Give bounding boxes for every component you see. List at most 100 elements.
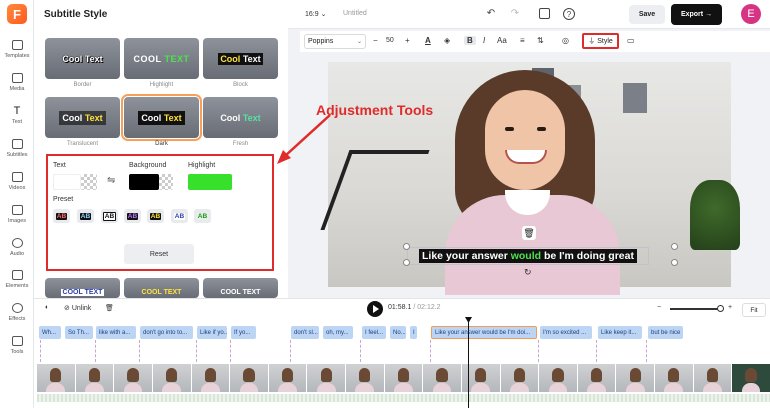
- subtitle-clip[interactable]: oh, my...: [323, 326, 353, 339]
- reset-button[interactable]: Reset: [124, 244, 194, 264]
- zoom-in-button[interactable]: +: [728, 304, 732, 311]
- subtitle-clip-selected[interactable]: Like your answer would be I'm doi...: [431, 326, 537, 339]
- rail-item-elements[interactable]: Elements: [0, 268, 34, 298]
- text-case-icon[interactable]: Aa: [497, 36, 507, 45]
- align-center-icon[interactable]: ≡: [520, 36, 525, 45]
- play-button[interactable]: [367, 301, 383, 317]
- resize-handle[interactable]: [403, 259, 410, 266]
- rail-item-tools[interactable]: Tools: [0, 334, 34, 364]
- video-frame-thumb: [37, 364, 75, 392]
- delete-icon[interactable]: 🗑: [522, 226, 536, 240]
- redo-icon[interactable]: ↷: [509, 8, 521, 20]
- project-name[interactable]: Untitled: [343, 10, 367, 17]
- video-frame-thumb: [114, 364, 152, 392]
- fill-icon[interactable]: ◈: [444, 36, 450, 45]
- resize-handle[interactable]: [403, 243, 410, 250]
- undo-icon[interactable]: ↶: [485, 8, 497, 20]
- delete-clip-icon[interactable]: 🗑: [105, 304, 114, 312]
- subtitle-clip[interactable]: don't go into to...: [140, 326, 193, 339]
- style-card-bottom-2[interactable]: COOL TEXT: [124, 278, 199, 298]
- rail-item-effects[interactable]: Effects: [0, 301, 34, 331]
- export-button[interactable]: Export →: [671, 4, 722, 25]
- rail-item-videos[interactable]: Videos: [0, 170, 34, 200]
- highlight-color-swatch[interactable]: [188, 174, 232, 190]
- style-card-highlight[interactable]: COOL TEXT: [124, 38, 199, 79]
- style-card-fresh[interactable]: Cool Text: [203, 97, 278, 138]
- italic-icon[interactable]: I: [483, 36, 485, 45]
- zoom-slider-track[interactable]: [670, 308, 720, 310]
- layers-icon[interactable]: ◎: [562, 36, 569, 45]
- subtitle-clip[interactable]: If yo...: [231, 326, 256, 339]
- rail-item-images[interactable]: Images: [0, 203, 34, 233]
- text-color-swatch[interactable]: [53, 174, 81, 190]
- preset-4[interactable]: AB: [124, 209, 141, 223]
- style-card-dark[interactable]: Cool Text: [121, 94, 202, 141]
- text-color-icon[interactable]: A: [425, 36, 431, 45]
- style-card-bottom-3[interactable]: COOL TEXT: [203, 278, 278, 298]
- fit-button[interactable]: Fit: [742, 303, 766, 317]
- avatar[interactable]: E: [741, 4, 761, 24]
- preset-1[interactable]: AB: [53, 209, 70, 223]
- subtitle-clip[interactable]: So Th...: [65, 326, 93, 339]
- preset-3[interactable]: AB: [101, 209, 118, 223]
- rail-item-audio[interactable]: Audio: [0, 236, 34, 266]
- font-size-increase-button[interactable]: +: [405, 36, 410, 45]
- video-frame-thumb: [423, 364, 461, 392]
- style-card-border[interactable]: Cool Text: [45, 38, 120, 79]
- aspect-ratio-value: 16:9: [305, 11, 319, 18]
- style-card-block[interactable]: Cool Text: [203, 38, 278, 79]
- preset-5[interactable]: AB: [147, 209, 164, 223]
- resize-handle[interactable]: [671, 243, 678, 250]
- font-family-select[interactable]: Poppins ⌄: [304, 34, 366, 49]
- rail-item-templates[interactable]: Templates: [0, 38, 34, 68]
- rail-item-text[interactable]: T Text: [0, 104, 34, 134]
- subtitle-selection[interactable]: Like your answer would be I'm doing grea…: [407, 247, 649, 265]
- subtitle-clip[interactable]: Like if yo...: [197, 326, 227, 339]
- font-size-value[interactable]: 50: [386, 37, 394, 44]
- swap-icon[interactable]: ⇋: [107, 175, 115, 186]
- rotate-icon[interactable]: ↻: [524, 267, 532, 278]
- video-frame-thumb: [191, 364, 230, 392]
- background-color-swatch[interactable]: [129, 174, 159, 190]
- resize-handle[interactable]: [671, 259, 678, 266]
- rail-item-media[interactable]: Media: [0, 71, 34, 101]
- preset-2[interactable]: AB: [77, 209, 94, 223]
- zoom-out-button[interactable]: −: [657, 304, 661, 311]
- subtitle-clip[interactable]: but be nice: [648, 326, 683, 339]
- subtitle-clip[interactable]: Like keep it...: [598, 326, 642, 339]
- playhead[interactable]: [468, 318, 469, 408]
- app-logo[interactable]: F: [7, 4, 27, 24]
- subtitle-clip[interactable]: like with a...: [96, 326, 136, 339]
- subtitle-clip[interactable]: I'm so excited ...: [540, 326, 592, 339]
- preset-7[interactable]: AB: [194, 209, 211, 223]
- background-opacity-swatch[interactable]: [159, 174, 173, 190]
- subtitle-clip[interactable]: don't sl...: [291, 326, 319, 339]
- aspect-ratio-select[interactable]: 16:9 ⌄: [305, 10, 326, 18]
- style-card-translucent[interactable]: Cool Text: [45, 97, 120, 138]
- bold-icon[interactable]: B: [464, 36, 476, 45]
- style-button[interactable]: ⏚ Style: [582, 33, 619, 49]
- card-text-b: Text: [84, 53, 103, 64]
- subtitle-clip[interactable]: No...: [390, 326, 406, 339]
- style-card-bottom-1[interactable]: COOL TEXT: [45, 278, 120, 298]
- preset-6[interactable]: AB: [171, 209, 188, 223]
- subtitle-clip[interactable]: I feel...: [362, 326, 386, 339]
- save-button[interactable]: Save: [629, 5, 665, 24]
- screenshot-icon[interactable]: [539, 8, 550, 19]
- card-text-a: Cool: [62, 112, 83, 123]
- subtitle-clip[interactable]: Wh...: [39, 326, 61, 339]
- rail-label: Effects: [8, 316, 26, 322]
- line-spacing-icon[interactable]: ⇅: [537, 36, 544, 45]
- zoom-slider-handle[interactable]: [717, 305, 724, 312]
- video-track[interactable]: [37, 364, 770, 392]
- unlink-button[interactable]: ⊘ Unlink: [64, 304, 91, 312]
- video-frame-thumb: [346, 364, 384, 392]
- help-icon[interactable]: ?: [563, 8, 575, 20]
- audio-track[interactable]: [37, 394, 770, 402]
- split-icon[interactable]: ◐: [45, 304, 49, 311]
- text-opacity-swatch[interactable]: [81, 174, 97, 190]
- subtitle-clip[interactable]: I: [410, 326, 417, 339]
- comment-icon[interactable]: ▭: [627, 36, 635, 45]
- rail-item-subtitles[interactable]: Subtitles: [0, 137, 34, 167]
- font-size-decrease-button[interactable]: −: [373, 36, 378, 45]
